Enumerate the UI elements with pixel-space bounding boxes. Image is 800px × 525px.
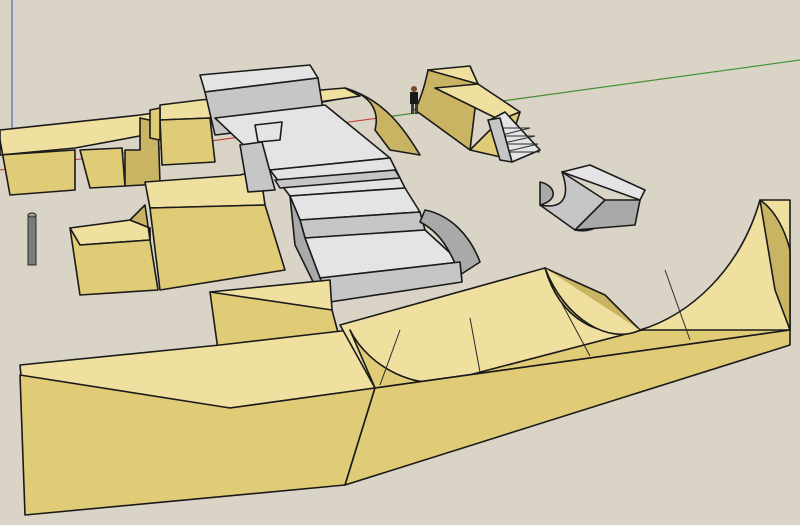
rail-post[interactable] bbox=[27, 212, 37, 266]
model-canvas[interactable] bbox=[0, 0, 800, 525]
sketchup-viewport[interactable] bbox=[0, 0, 800, 525]
